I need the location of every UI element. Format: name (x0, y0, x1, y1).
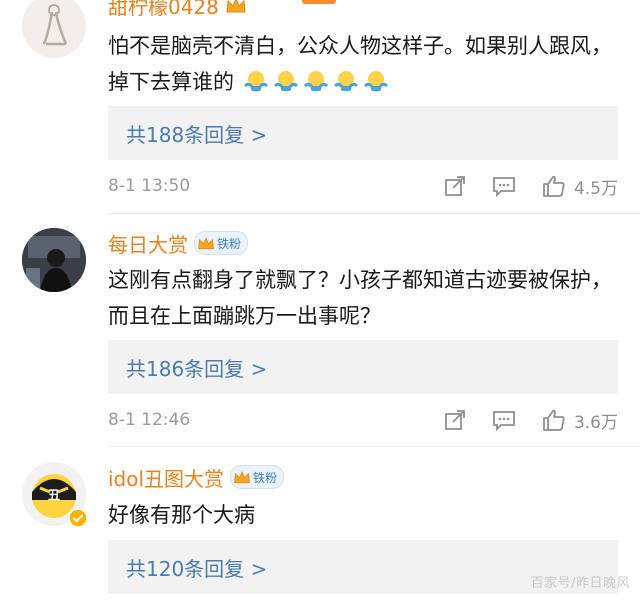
divider (108, 213, 640, 214)
shrug-emoji (363, 71, 388, 91)
comment-text: 怕不是脑壳不清白，公众人物这样子。如果别人跟风，掉下去算谁的 (108, 34, 612, 94)
replies-count: 共120条回复 > (126, 556, 268, 581)
fan-badge: 铁粉 (194, 231, 249, 255)
timestamp: 8-1 13:50 (108, 176, 191, 196)
avatar[interactable] (22, 228, 86, 292)
avatar-text: 丑 (48, 488, 60, 502)
shrug-emoji (273, 71, 298, 91)
emoji-row (243, 70, 393, 94)
like-button[interactable]: 3.6万 (542, 408, 618, 433)
share-icon (445, 410, 465, 430)
username[interactable]: 每日大赏 (108, 229, 188, 258)
username-row: idol丑图大赏 铁粉 (108, 462, 285, 492)
like-button[interactable]: 4.5万 (542, 174, 618, 199)
comment-button[interactable] (492, 409, 516, 431)
like-icon (543, 409, 565, 431)
like-icon (543, 175, 565, 197)
divider (108, 446, 640, 447)
comment-meta: 8-1 12:46 3.6万 (108, 405, 618, 435)
comment-text: 好像有那个大病 (108, 503, 255, 527)
replies-count: 共186条回复 > (126, 356, 268, 381)
verified-icon (68, 508, 88, 528)
share-icon (445, 176, 465, 196)
comment-icon (493, 411, 515, 431)
username[interactable]: 甜柠檬0428 (108, 0, 219, 20)
shrug-emoji (303, 71, 328, 91)
comment-text: 这刚有点翻身了就飘了？小孩子都知道古迹要被保护，而且在上面蹦跳万一出事呢？ (108, 268, 612, 328)
replies-count: 共188条回复 > (126, 122, 268, 147)
share-button[interactable] (444, 409, 466, 431)
crown-icon (234, 471, 250, 484)
comment-meta: 8-1 13:50 4.5万 (108, 171, 618, 201)
comment-icon (493, 177, 515, 197)
shrug-emoji (333, 71, 358, 91)
fan-badge: 铁粉 (230, 465, 285, 489)
comment-button[interactable] (492, 175, 516, 197)
avatar[interactable] (22, 0, 86, 58)
crown-icon (198, 237, 214, 250)
username-row: 甜柠檬0428 (108, 0, 247, 20)
timestamp: 8-1 12:46 (108, 410, 191, 430)
replies-link[interactable]: 共188条回复 > (108, 106, 618, 160)
share-button[interactable] (444, 175, 466, 197)
watermark: 百家号/昨日晚风 (530, 576, 630, 591)
top-indicator (302, 0, 336, 4)
like-count: 3.6万 (573, 412, 618, 433)
shrug-emoji (243, 71, 268, 91)
replies-link[interactable]: 共186条回复 > (108, 340, 618, 394)
username[interactable]: idol丑图大赏 (108, 463, 224, 492)
username-row: 每日大赏 铁粉 (108, 228, 249, 258)
crown-icon (225, 0, 247, 15)
like-count: 4.5万 (573, 178, 618, 199)
